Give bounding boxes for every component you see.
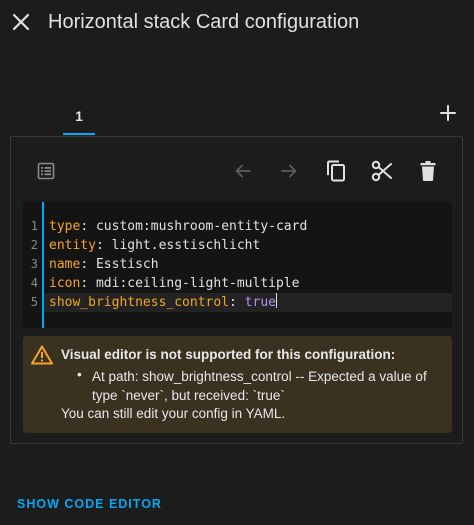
yaml-colon: : bbox=[80, 276, 96, 291]
card-config-dialog: Horizontal stack Card configuration 1 1 … bbox=[0, 0, 474, 525]
dialog-header: Horizontal stack Card configuration bbox=[0, 0, 474, 48]
copy-icon bbox=[327, 160, 345, 182]
line-number: 1 bbox=[30, 219, 38, 233]
yaml-key: name bbox=[49, 257, 81, 272]
yaml-value: Esstisch bbox=[95, 257, 159, 272]
yaml-colon: : bbox=[229, 295, 245, 310]
warning-message: At path: show_brightness_control -- Expe… bbox=[92, 369, 427, 403]
yaml-key: icon bbox=[49, 276, 81, 291]
tab-active-indicator bbox=[63, 133, 95, 135]
yaml-value: mdi:ceiling-light-multiple bbox=[95, 276, 300, 291]
toggle-visual-editor-button[interactable] bbox=[32, 157, 60, 185]
code-line[interactable]: entity: light.esstischlicht bbox=[49, 236, 260, 255]
cut-button[interactable] bbox=[368, 157, 396, 185]
show-code-editor-button[interactable]: SHOW CODE EDITOR bbox=[17, 497, 162, 511]
code-line[interactable]: type: custom:mushroom-entity-card bbox=[49, 217, 307, 236]
yaml-key: show_brightness_control bbox=[49, 295, 230, 310]
yaml-value: custom:mushroom-entity-card bbox=[95, 219, 308, 234]
code-line[interactable]: icon: mdi:ceiling-light-multiple bbox=[49, 274, 299, 293]
add-card-button[interactable] bbox=[436, 101, 460, 125]
dialog-title: Horizontal stack Card configuration bbox=[48, 11, 360, 33]
text-cursor bbox=[275, 293, 277, 308]
close-button[interactable] bbox=[8, 9, 34, 35]
line-number: 4 bbox=[30, 276, 38, 290]
close-icon bbox=[12, 13, 30, 31]
warning-footer: You can still edit your config in YAML. bbox=[61, 406, 286, 421]
move-left-button[interactable] bbox=[229, 157, 257, 185]
code-line-active[interactable]: show_brightness_control: true bbox=[44, 293, 452, 312]
move-right-button[interactable] bbox=[275, 157, 303, 185]
copy-button[interactable] bbox=[322, 157, 350, 185]
line-number: 2 bbox=[30, 238, 38, 252]
warning-title: Visual editor is not supported for this … bbox=[61, 347, 396, 362]
list-edit-icon bbox=[37, 162, 55, 180]
warning-icon bbox=[31, 345, 53, 365]
line-number-gutter: 1 2 3 4 5 bbox=[23, 202, 41, 328]
tab-1[interactable]: 1 bbox=[62, 96, 96, 136]
yaml-key: type bbox=[49, 219, 81, 234]
warning-alert: Visual editor is not supported for this … bbox=[23, 336, 452, 433]
delete-icon bbox=[420, 161, 436, 181]
code-line[interactable]: name: Esstisch bbox=[49, 255, 159, 274]
cut-icon bbox=[371, 160, 392, 182]
line-number: 5 bbox=[30, 295, 38, 309]
warning-bullet: • bbox=[77, 367, 82, 382]
delete-button[interactable] bbox=[414, 157, 442, 185]
yaml-colon: : bbox=[95, 238, 112, 253]
line-number: 3 bbox=[30, 257, 38, 271]
card-tabs: 1 bbox=[0, 96, 474, 136]
plus-icon bbox=[440, 105, 456, 121]
yaml-code-editor[interactable]: 1 2 3 4 5 type: custom:mushroom-entity-c… bbox=[23, 202, 452, 328]
yaml-colon: : bbox=[80, 257, 96, 272]
arrow-right-icon bbox=[281, 164, 297, 178]
arrow-left-icon bbox=[235, 164, 251, 178]
card-editor-panel: 1 2 3 4 5 type: custom:mushroom-entity-c… bbox=[10, 136, 463, 444]
yaml-key: entity bbox=[49, 238, 96, 253]
yaml-value: light.esstischlicht bbox=[111, 238, 261, 253]
yaml-colon: : bbox=[80, 219, 96, 234]
yaml-value: true bbox=[244, 295, 276, 310]
